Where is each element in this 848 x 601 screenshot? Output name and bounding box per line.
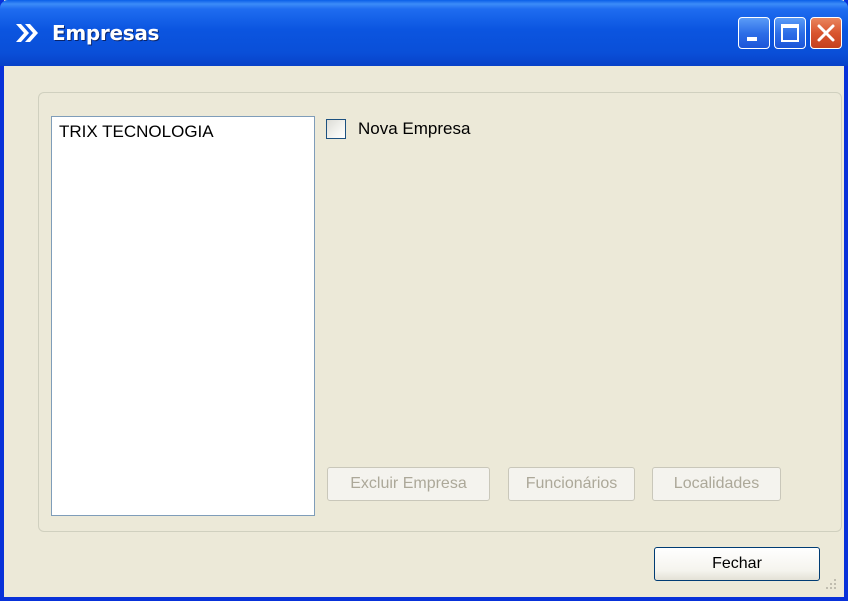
list-item[interactable]: TRIX TECNOLOGIA: [59, 122, 214, 142]
close-dialog-button[interactable]: Fechar: [654, 547, 820, 581]
locations-button[interactable]: Localidades: [652, 467, 781, 501]
empresas-window: Empresas TRIX TECNOLOGIA Nova Empresa Ex…: [0, 0, 848, 601]
close-button[interactable]: [810, 17, 842, 49]
maximize-button[interactable]: [774, 17, 806, 49]
close-icon: [817, 24, 835, 42]
minimize-icon: [747, 37, 757, 41]
minimize-button[interactable]: [738, 17, 770, 49]
new-company-label[interactable]: Nova Empresa: [358, 119, 470, 139]
maximize-icon: [781, 24, 799, 42]
companies-listbox[interactable]: TRIX TECNOLOGIA: [51, 116, 315, 516]
delete-company-button[interactable]: Excluir Empresa: [327, 467, 490, 501]
employees-button[interactable]: Funcionários: [508, 467, 635, 501]
new-company-checkbox[interactable]: [326, 119, 346, 139]
title-bar[interactable]: Empresas: [0, 0, 848, 66]
window-title: Empresas: [52, 21, 160, 45]
resize-grip-icon[interactable]: [824, 577, 838, 591]
chevron-double-right-icon: [16, 24, 38, 42]
